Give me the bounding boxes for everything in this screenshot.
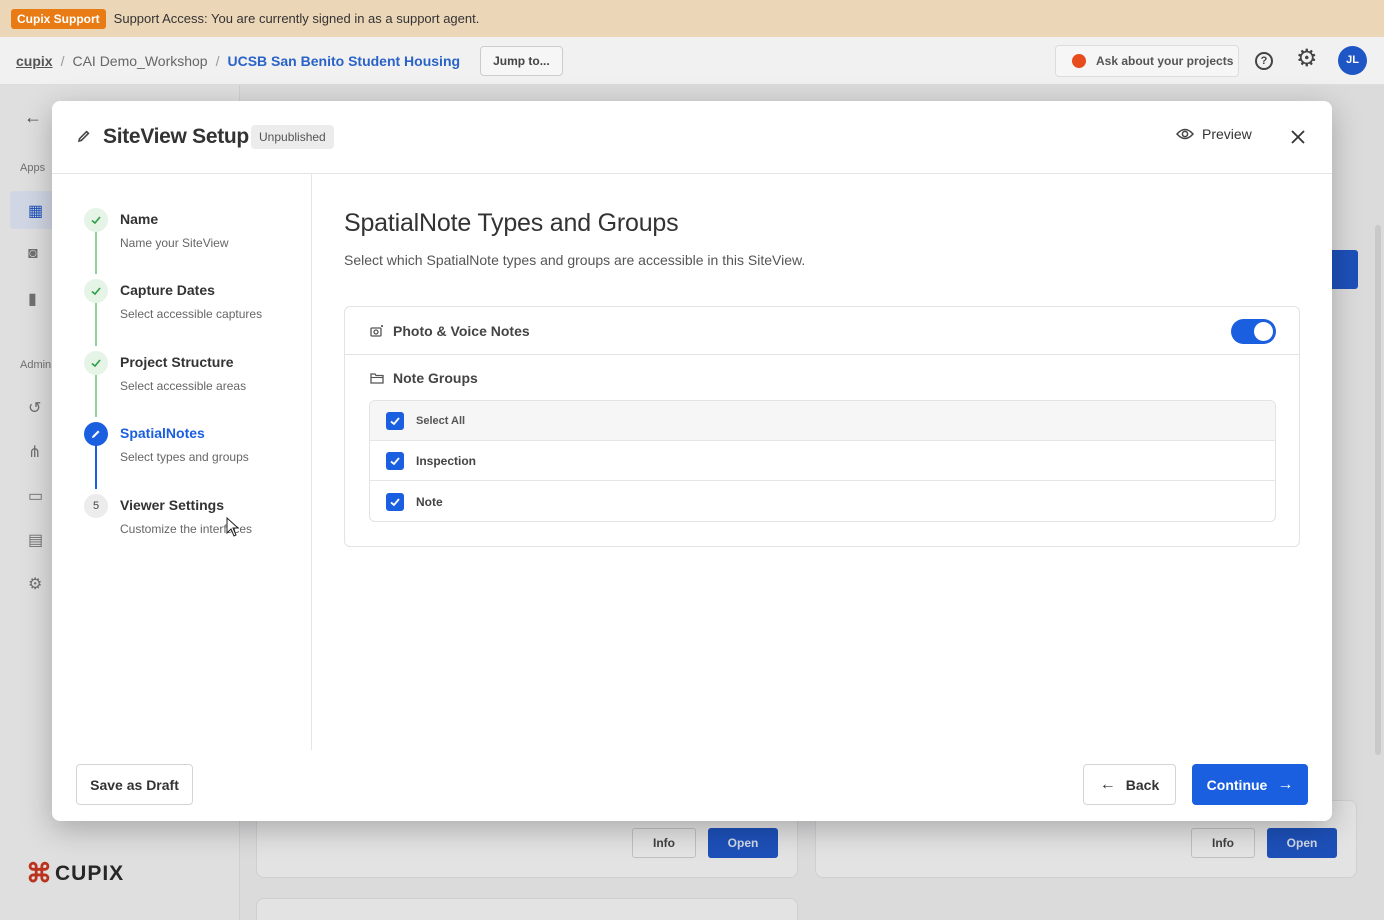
- top-header: cupix / CAI Demo_Workshop / UCSB San Ben…: [0, 37, 1384, 85]
- help-icon[interactable]: ?: [1255, 52, 1273, 70]
- inspection-checkbox[interactable]: [386, 451, 404, 470]
- arrow-right-icon: →: [1277, 775, 1294, 793]
- continue-button[interactable]: Continue →: [1192, 764, 1308, 805]
- check-icon: [84, 208, 108, 232]
- note-label: Note: [416, 495, 443, 509]
- support-message: Support Access: You are currently signed…: [113, 11, 480, 26]
- step-title: Name: [120, 211, 159, 227]
- ask-projects-button[interactable]: Ask about your projects: [1055, 45, 1239, 77]
- status-badge: Unpublished: [251, 125, 334, 149]
- group-row-inspection[interactable]: Inspection: [370, 441, 1275, 481]
- check-icon: [84, 351, 108, 375]
- inspection-label: Inspection: [416, 453, 477, 468]
- siteview-setup-modal: SiteView Setup Unpublished Preview Name …: [52, 101, 1332, 821]
- folder-icon: [370, 373, 384, 384]
- breadcrumb-separator: /: [60, 52, 65, 69]
- check-icon: [84, 279, 108, 303]
- preview-button[interactable]: Preview: [1176, 126, 1252, 142]
- modal-header: SiteView Setup Unpublished Preview: [52, 101, 1332, 174]
- continue-label: Continue: [1206, 776, 1268, 793]
- close-icon[interactable]: [1286, 125, 1310, 149]
- group-row-note[interactable]: Note: [370, 482, 1275, 521]
- select-all-checkbox[interactable]: [386, 411, 404, 430]
- step-title: Capture Dates: [120, 282, 215, 298]
- support-banner: Cupix Support Support Access: You are cu…: [0, 0, 1384, 37]
- step-subtitle: Select accessible areas: [120, 379, 247, 393]
- photo-voice-label: Photo & Voice Notes: [393, 323, 530, 339]
- step-title: Project Structure: [120, 354, 234, 370]
- step-viewer-settings[interactable]: 5 Viewer Settings Customize the interfac…: [84, 494, 304, 554]
- eye-icon: [1176, 128, 1194, 140]
- step-content: SpatialNote Types and Groups Select whic…: [344, 209, 1300, 547]
- pencil-icon: [77, 130, 90, 143]
- back-label: Back: [1125, 776, 1160, 793]
- step-project-structure[interactable]: Project Structure Select accessible area…: [84, 351, 304, 411]
- modal-title: SiteView Setup: [103, 125, 249, 148]
- page-scrollbar[interactable]: [1375, 225, 1381, 755]
- spatialnote-settings-panel: Photo & Voice Notes Note Groups Select A…: [344, 306, 1300, 547]
- step-subtitle: Name your SiteView: [120, 236, 229, 250]
- photo-voice-toggle[interactable]: [1231, 319, 1276, 344]
- content-description: Select which SpatialNote types and group…: [344, 252, 806, 268]
- back-button[interactable]: ← Back: [1083, 764, 1176, 805]
- step-capture-dates[interactable]: Capture Dates Select accessible captures: [84, 279, 304, 339]
- step-subtitle: Select types and groups: [120, 450, 249, 464]
- breadcrumb-org[interactable]: cupix: [16, 53, 53, 69]
- note-groups-list: Select All Inspection Note: [369, 400, 1276, 522]
- preview-label: Preview: [1202, 126, 1252, 142]
- breadcrumb-separator: /: [215, 52, 220, 69]
- photo-voice-icon: [370, 325, 383, 337]
- save-as-draft-button[interactable]: Save as Draft: [76, 764, 193, 805]
- step-subtitle: Select accessible captures: [120, 307, 263, 321]
- jump-to-button[interactable]: Jump to...: [480, 45, 563, 76]
- breadcrumb-workspace[interactable]: CAI Demo_Workshop: [72, 53, 207, 69]
- content-title: SpatialNote Types and Groups: [344, 209, 679, 237]
- user-avatar[interactable]: JL: [1338, 46, 1367, 75]
- photo-voice-row: Photo & Voice Notes: [345, 307, 1299, 355]
- note-groups-label: Note Groups: [393, 370, 478, 386]
- note-checkbox[interactable]: [386, 493, 404, 511]
- arrow-left-icon: ←: [1099, 775, 1116, 793]
- setup-stepper: Name Name your SiteView Capture Dates Se…: [52, 174, 312, 750]
- toggle-knob: [1254, 322, 1273, 341]
- settings-gear-icon[interactable]: ⚙: [1296, 47, 1318, 71]
- pencil-icon: [84, 422, 108, 446]
- step-title: Viewer Settings: [120, 497, 225, 513]
- mouse-cursor-icon: [226, 517, 240, 537]
- breadcrumb-project[interactable]: UCSB San Benito Student Housing: [228, 53, 461, 69]
- ai-assistant-icon: [1072, 54, 1086, 68]
- step-title: SpatialNotes: [120, 425, 205, 441]
- step-number: 5: [84, 494, 108, 518]
- step-spatialnotes[interactable]: SpatialNotes Select types and groups: [84, 422, 304, 482]
- step-name[interactable]: Name Name your SiteView: [84, 208, 304, 268]
- ask-projects-label: Ask about your projects: [1096, 54, 1234, 68]
- select-all-label: Select All: [416, 414, 466, 427]
- select-all-row[interactable]: Select All: [370, 401, 1275, 441]
- support-badge: Cupix Support: [11, 8, 106, 29]
